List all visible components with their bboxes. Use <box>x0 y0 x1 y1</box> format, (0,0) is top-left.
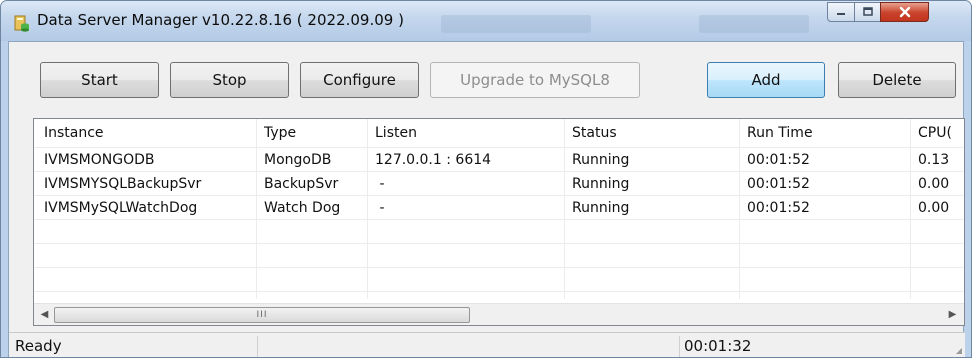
close-icon <box>899 6 910 18</box>
delete-button[interactable]: Delete <box>838 62 956 98</box>
title-bar[interactable]: Data Server Manager v10.22.8.16 ( 2022.0… <box>1 1 971 41</box>
status-time: 00:01:32 <box>684 337 752 355</box>
close-button[interactable] <box>880 2 929 22</box>
scroll-left-arrow-icon: ◀ <box>40 309 49 320</box>
column-header-cpu[interactable]: CPU( <box>918 119 964 147</box>
scroll-left-button[interactable]: ◀ <box>36 306 53 323</box>
minimize-button[interactable] <box>827 2 855 22</box>
scrollbar-thumb[interactable]: III <box>54 307 470 323</box>
cell-type: Watch Dog <box>264 200 341 216</box>
cell-listen: 127.0.0.1 : 6614 <box>375 152 492 168</box>
status-bar: Ready 00:01:32 ◢ <box>9 332 965 357</box>
add-button[interactable]: Add <box>707 62 825 98</box>
title-bar-reflection <box>699 15 809 33</box>
horizontal-scrollbar[interactable]: ◀ III ▶ <box>34 303 964 325</box>
cell-listen: - <box>375 176 385 192</box>
cell-run-time: 00:01:52 <box>747 176 810 192</box>
column-header-instance[interactable]: Instance <box>44 119 249 147</box>
status-divider <box>679 336 680 357</box>
configure-button[interactable]: Configure <box>300 62 419 98</box>
upgrade-to-mysql8-button[interactable]: Upgrade to MySQL8 <box>430 62 640 98</box>
status-divider <box>257 336 258 357</box>
cell-instance: IVMSMYSQLBackupSvr <box>44 176 202 192</box>
cell-cpu: 0.13 <box>918 152 950 168</box>
cell-instance: IVMSMONGODB <box>44 152 155 168</box>
maximize-button[interactable] <box>854 2 881 22</box>
start-button[interactable]: Start <box>40 62 159 98</box>
title-bar-reflection <box>441 15 591 33</box>
scroll-right-button[interactable]: ▶ <box>944 306 961 323</box>
resize-grip-icon[interactable]: ◢ <box>956 346 962 355</box>
list-header: Instance Type Listen Status Run Time CPU… <box>34 119 964 147</box>
window-title: Data Server Manager v10.22.8.16 ( 2022.0… <box>37 11 404 29</box>
column-header-run-time[interactable]: Run Time <box>747 119 907 147</box>
column-header-listen[interactable]: Listen <box>375 119 560 147</box>
cell-status: Running <box>572 152 630 168</box>
cell-listen: - <box>375 200 385 216</box>
cell-type: MongoDB <box>264 152 332 168</box>
cell-run-time: 00:01:52 <box>747 200 810 216</box>
cell-status: Running <box>572 176 630 192</box>
database-app-icon <box>14 15 29 32</box>
dialog-client-area: Start Stop Configure Upgrade to MySQL8 A… <box>8 41 965 357</box>
column-header-status[interactable]: Status <box>572 119 732 147</box>
cell-cpu: 0.00 <box>918 200 950 216</box>
scroll-right-arrow-icon: ▶ <box>948 309 957 320</box>
cell-run-time: 00:01:52 <box>747 152 810 168</box>
stop-button[interactable]: Stop <box>170 62 289 98</box>
cell-instance: IVMSMySQLWatchDog <box>44 200 198 216</box>
app-window: Data Server Manager v10.22.8.16 ( 2022.0… <box>0 0 972 358</box>
status-text: Ready <box>15 337 62 355</box>
minimize-icon <box>837 13 845 15</box>
scrollbar-grip-icon: III <box>256 310 268 320</box>
cell-status: Running <box>572 200 630 216</box>
cell-cpu: 0.00 <box>918 176 950 192</box>
maximize-icon <box>862 7 873 16</box>
column-header-type[interactable]: Type <box>264 119 364 147</box>
cell-type: BackupSvr <box>264 176 339 192</box>
instance-list[interactable]: Instance Type Listen Status Run Time CPU… <box>33 118 965 326</box>
